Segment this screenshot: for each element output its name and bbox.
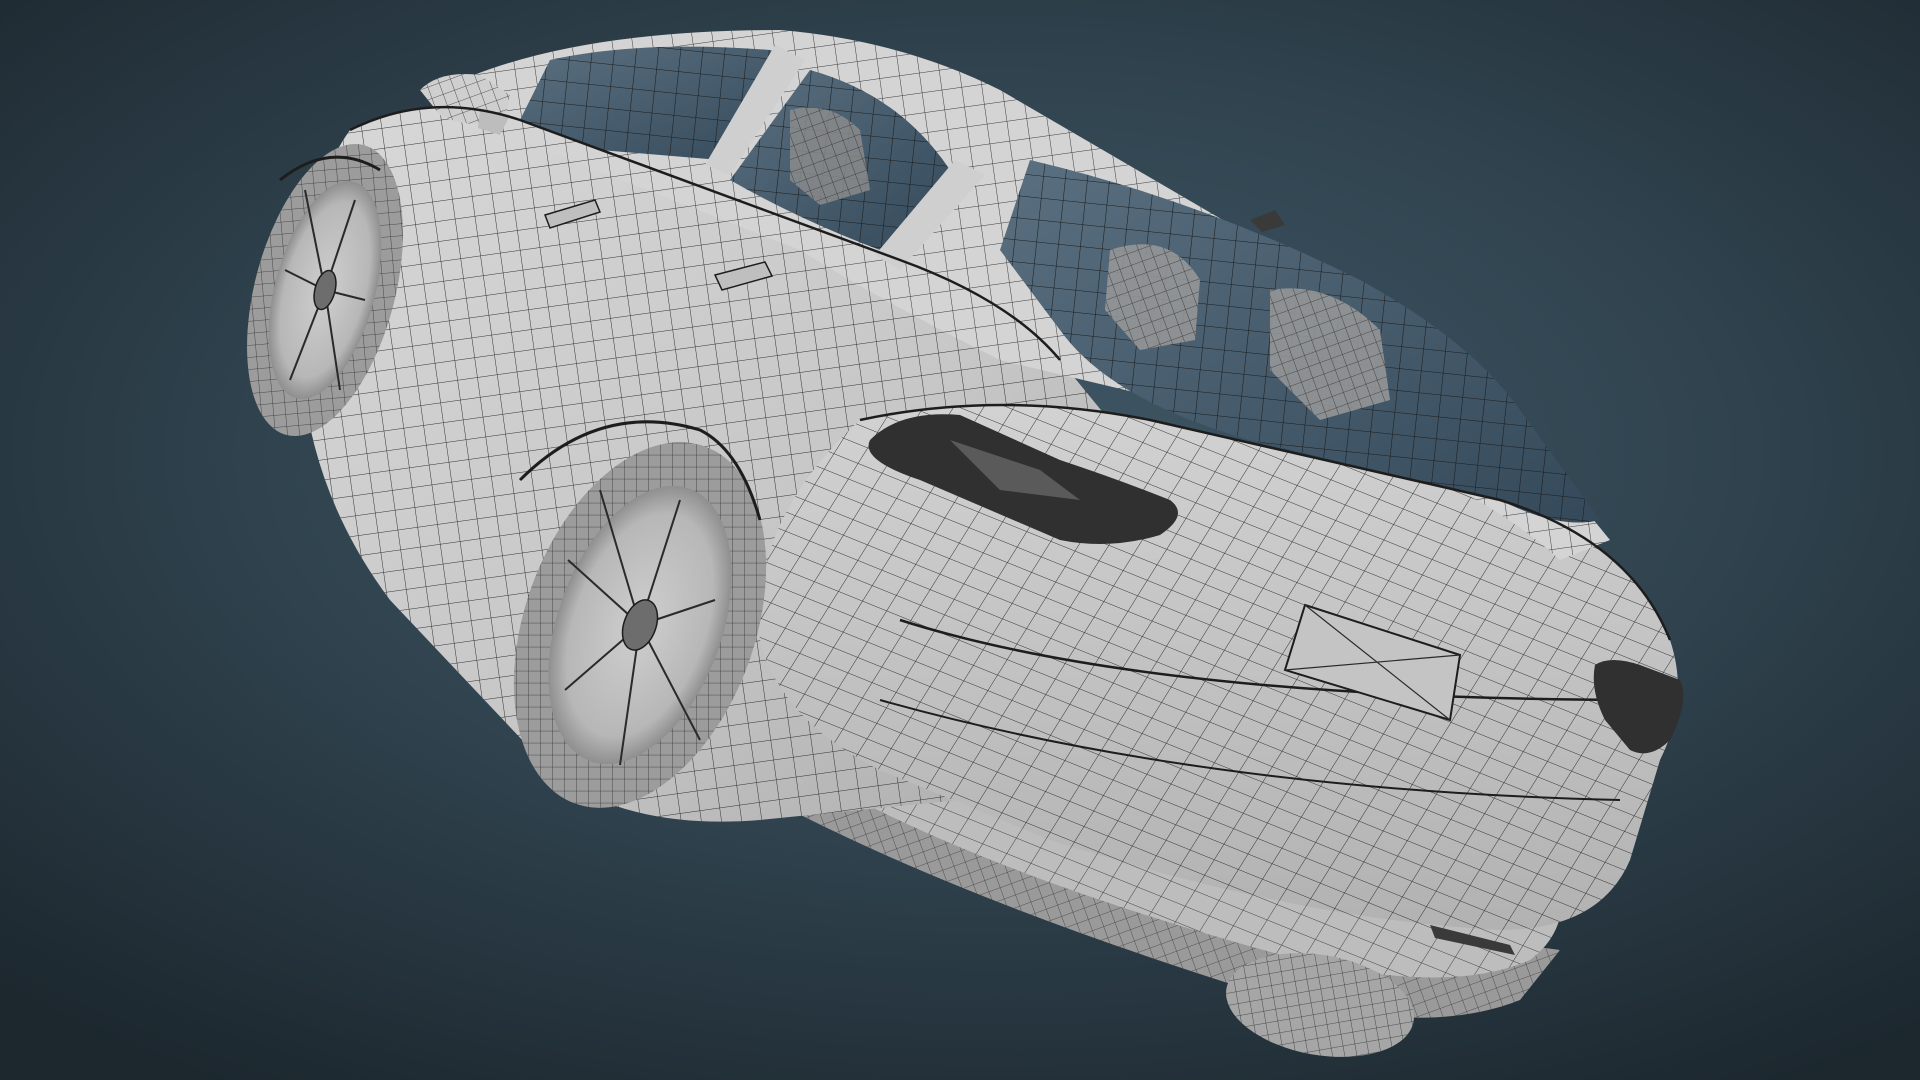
antenna (1250, 210, 1285, 232)
render-viewport (0, 0, 1920, 1080)
car-wireframe-render (247, 30, 1684, 1057)
